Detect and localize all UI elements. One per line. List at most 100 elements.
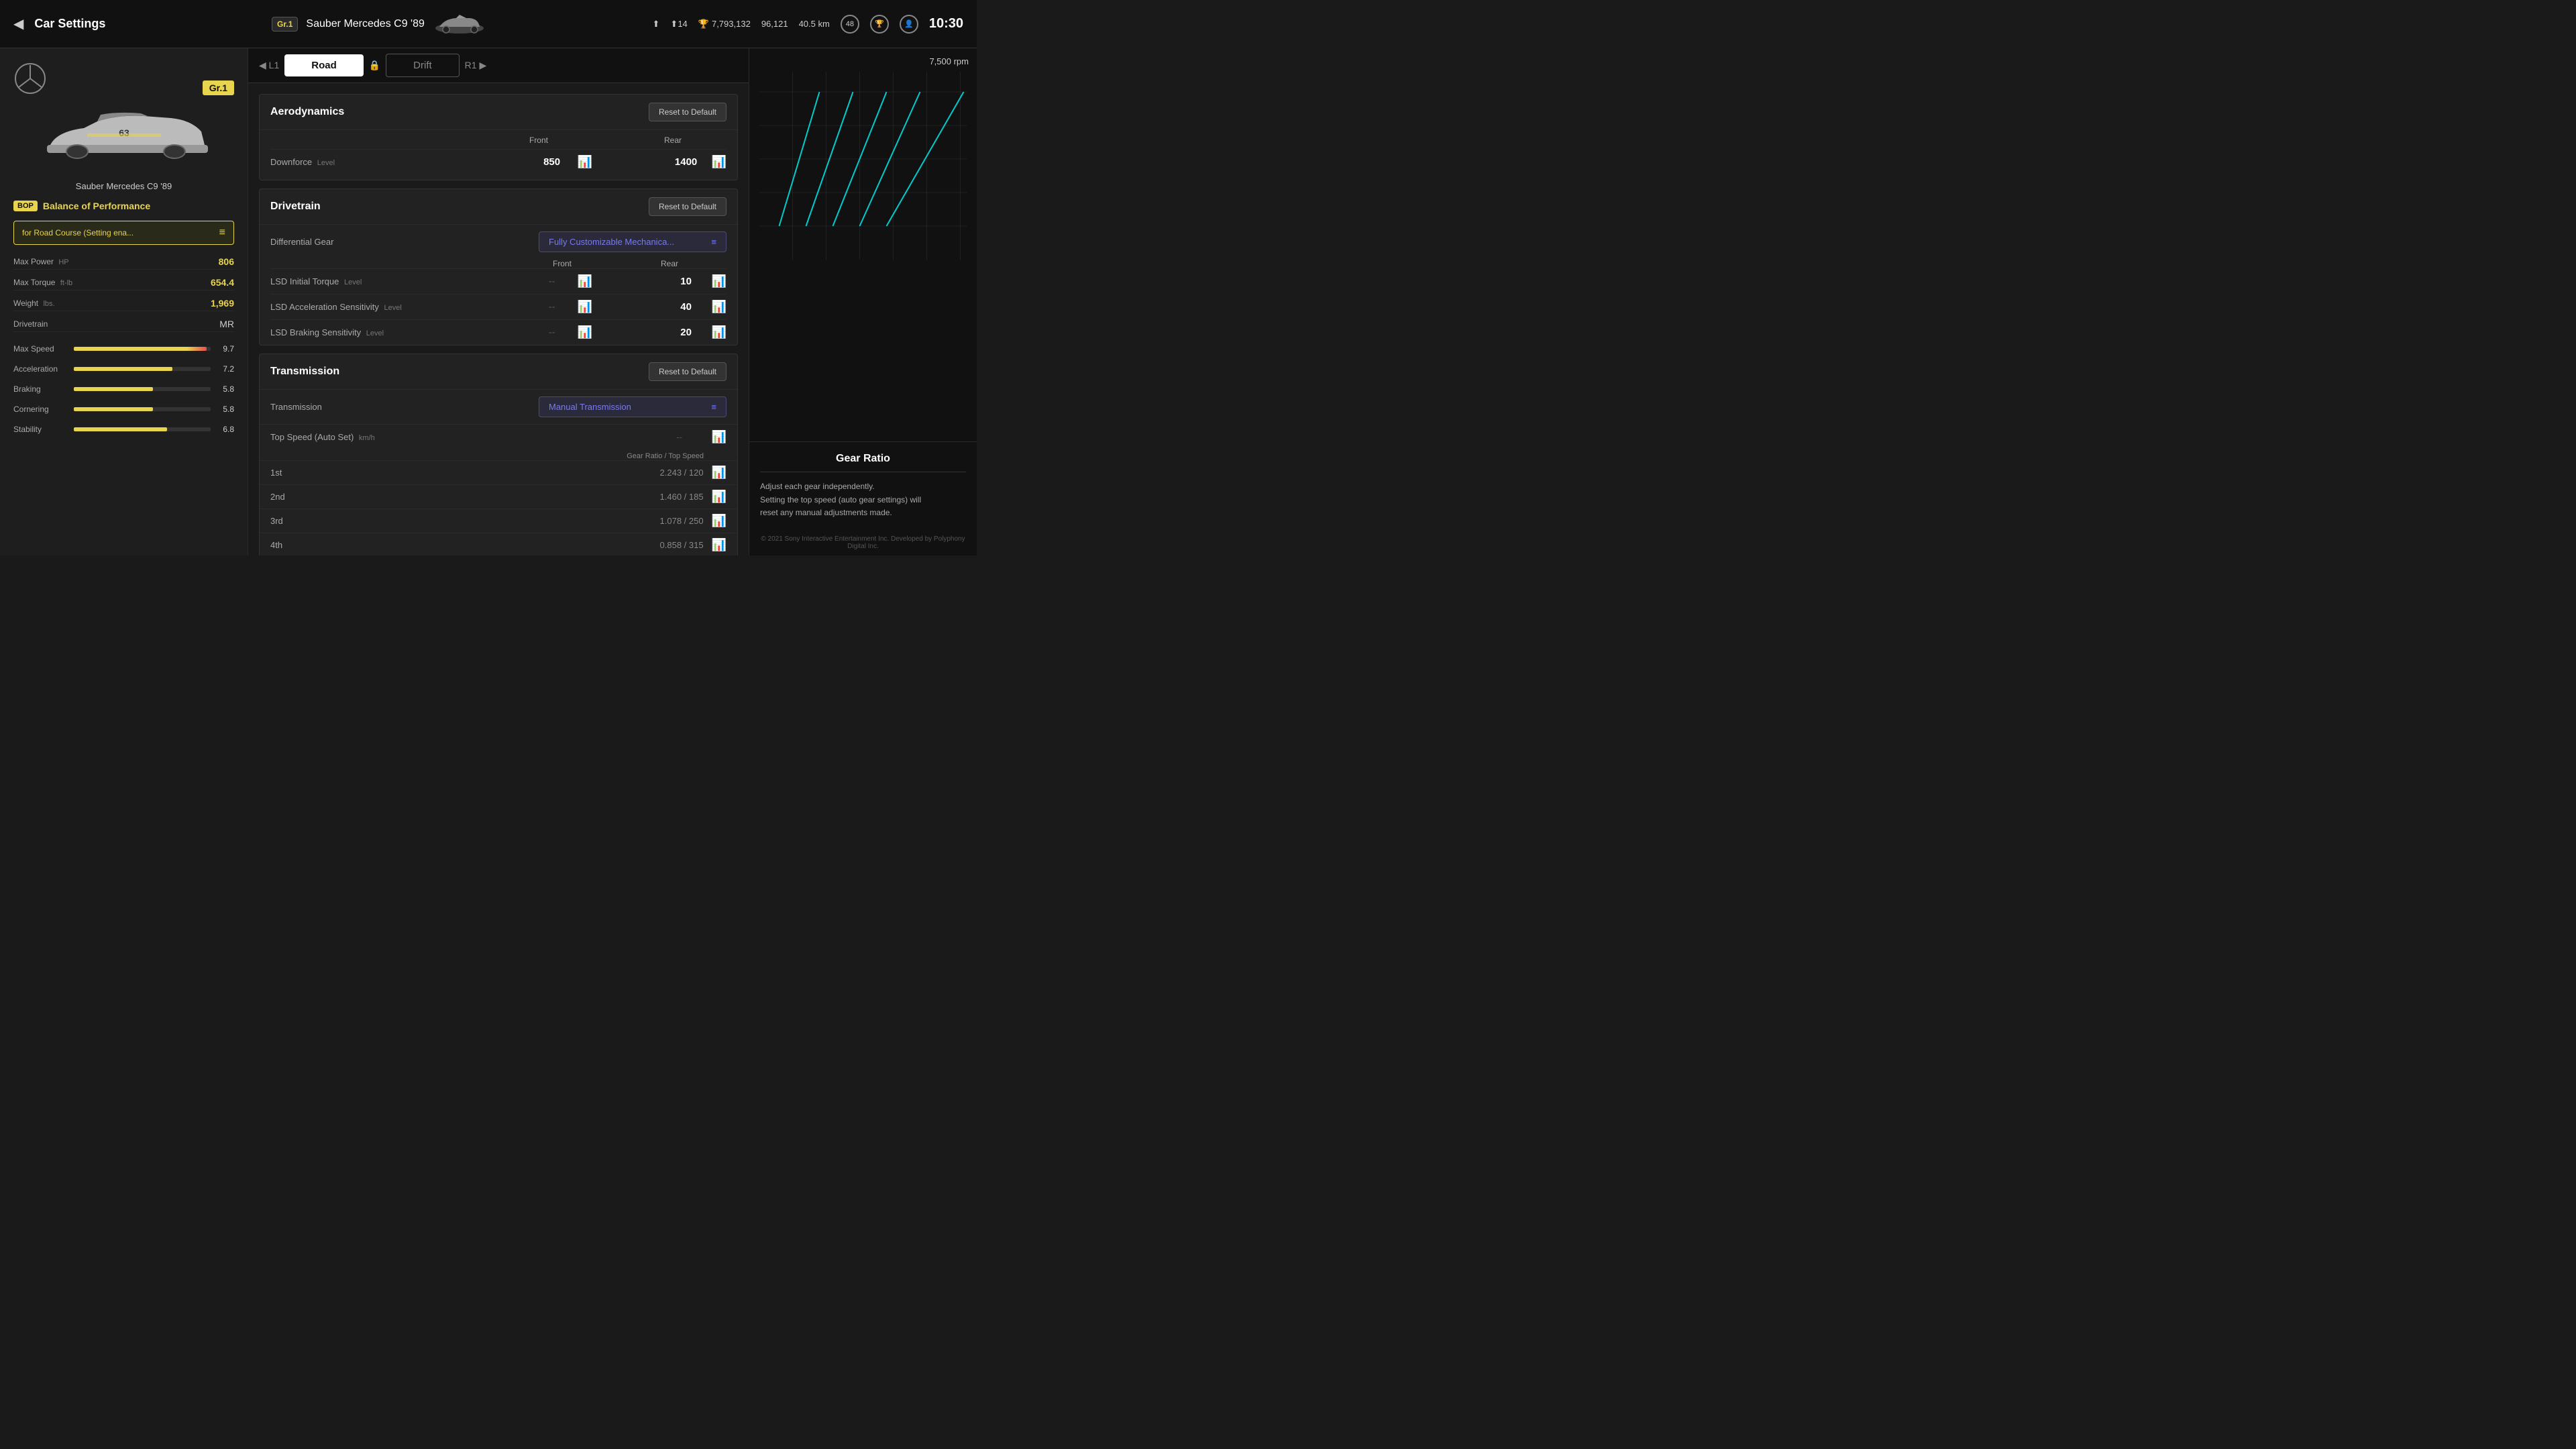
tabs-bar: ◀ L1 Road 🔒 Drift R1 ▶ <box>248 48 749 83</box>
rating-val-cornering: 5.8 <box>217 405 234 414</box>
stat-row-power: Max Power HP 806 <box>13 254 234 270</box>
lsd-init-rear-bar[interactable]: 📊 <box>712 274 727 288</box>
gear-bar-4th[interactable]: 📊 <box>712 538 727 552</box>
aero-reset-button[interactable]: Reset to Default <box>649 103 727 121</box>
gear-ratio-title: Gear Ratio <box>760 453 966 472</box>
gear-value-2nd: 1.460 / 185 <box>623 492 704 502</box>
lsd-brake-front-bar[interactable]: 📊 <box>578 325 592 339</box>
badge-48: 48 <box>841 15 859 34</box>
stats-section: Max Power HP 806 Max Torque ft-lb 654.4 … <box>13 254 234 332</box>
gear-bar-2nd[interactable]: 📊 <box>712 490 727 504</box>
trans-label: Transmission <box>270 402 539 412</box>
credits-icon: 🏆 <box>698 19 709 30</box>
bop-menu-icon: ≡ <box>219 227 225 239</box>
bop-section: BOP Balance of Performance <box>13 201 234 211</box>
rating-val-stability: 6.8 <box>217 425 234 434</box>
stat-value-drivetrain: MR <box>219 319 234 329</box>
gear-chart-area: 7,500 rpm <box>749 48 977 441</box>
profile-badge: 👤 <box>900 15 918 34</box>
bop-note-text: for Road Course (Setting ena... <box>22 228 133 237</box>
gear-row-1st: 1st 2.243 / 120 📊 <box>260 460 737 484</box>
aero-rear-header: Rear <box>646 136 700 145</box>
trans-type-selector[interactable]: Manual Transmission ≡ <box>539 396 727 417</box>
lsd-accel-front-bar[interactable]: 📊 <box>578 300 592 314</box>
tab-road[interactable]: Road <box>284 54 364 76</box>
top-speed-bar-icon[interactable]: 📊 <box>712 430 727 444</box>
rating-braking: Braking 5.8 <box>13 382 234 396</box>
credits-display: 🏆 7,793,132 <box>698 19 751 30</box>
lsd-init-front-val: -- <box>532 276 572 287</box>
sidebar-car-name: Sauber Mercedes C9 '89 <box>13 181 234 191</box>
downforce-rear-bar-icon[interactable]: 📊 <box>712 155 727 169</box>
distance-display: 40.5 km <box>799 19 830 29</box>
downforce-front-bar-icon[interactable]: 📊 <box>578 155 592 169</box>
trophy-badge: 🏆 <box>870 15 889 34</box>
tab-drift[interactable]: Drift <box>386 54 460 77</box>
sections-container: Aerodynamics Reset to Default Front Rear… <box>248 83 749 555</box>
rating-bar-braking <box>74 387 211 391</box>
lsd-brake-rear-bar[interactable]: 📊 <box>712 325 727 339</box>
trans-reset-button[interactable]: Reset to Default <box>649 362 727 381</box>
gear-ratio-desc-line2: Setting the top speed (auto gear setting… <box>760 494 966 506</box>
gear-bar-3rd[interactable]: 📊 <box>712 514 727 528</box>
lsd-rear-header: Rear <box>643 259 696 268</box>
bop-tag: BOP <box>13 201 38 211</box>
lsd-accel-front-val: -- <box>532 301 572 313</box>
signal-icon: ⬆ <box>653 19 660 30</box>
aero-section-header: Aerodynamics Reset to Default <box>260 95 737 130</box>
lock-icon: 🔒 <box>369 60 380 71</box>
diff-gear-label: Differential Gear <box>270 237 539 247</box>
tab-left-arrow[interactable]: ◀ L1 <box>259 60 279 71</box>
top-speed-value: -- <box>653 432 706 442</box>
lsd-col-headers: Front Rear <box>270 259 727 268</box>
diff-gear-menu-icon: ≡ <box>711 237 716 247</box>
drivetrain-section-header: Drivetrain Reset to Default <box>260 189 737 225</box>
gear-chart-svg <box>757 72 969 260</box>
gear-bar-1st[interactable]: 📊 <box>712 466 727 480</box>
gear-label-3rd: 3rd <box>270 516 623 526</box>
right-panel: 7,500 rpm <box>749 48 977 555</box>
lsd-brake-rear-val: 20 <box>666 327 706 338</box>
bop-note[interactable]: for Road Course (Setting ena... ≡ <box>13 221 234 245</box>
gear-ratio-header-text: Gear Ratio / Top Speed <box>627 452 704 460</box>
trans-section-header: Transmission Reset to Default <box>260 354 737 390</box>
aero-col-headers: Front Rear <box>270 136 727 145</box>
car-image-area: 63 <box>13 105 234 172</box>
trans-value: Manual Transmission <box>549 402 631 412</box>
rating-bar-stability <box>74 427 211 431</box>
car-name-header: Sauber Mercedes C9 '89 <box>306 18 424 30</box>
gear-ratio-desc-line1: Adjust each gear independently. <box>760 480 966 493</box>
lsd-front-header: Front <box>535 259 589 268</box>
trans-menu-icon: ≡ <box>711 402 716 412</box>
time-display: 10:30 <box>929 16 963 32</box>
gear-ratio-header: Gear Ratio / Top Speed <box>260 449 737 460</box>
diff-gear-selector[interactable]: Fully Customizable Mechanica... ≡ <box>539 231 727 252</box>
gear-value-3rd: 1.078 / 250 <box>623 516 704 526</box>
downforce-row: Downforce Level 850 📊 1400 📊 <box>270 149 727 174</box>
stat-row-torque: Max Torque ft-lb 654.4 <box>13 275 234 290</box>
bop-label: Balance of Performance <box>43 201 150 211</box>
lsd-accel-rear-bar[interactable]: 📊 <box>712 300 727 314</box>
drivetrain-reset-button[interactable]: Reset to Default <box>649 197 727 216</box>
gear-label-2nd: 2nd <box>270 492 623 502</box>
main-layout: Gr.1 63 Sauber Mercedes C9 '89 <box>0 48 977 555</box>
lsd-init-front-bar[interactable]: 📊 <box>578 274 592 288</box>
gear-label-1st: 1st <box>270 468 623 478</box>
drivetrain-section: Drivetrain Reset to Default Differential… <box>259 189 738 345</box>
tab-right-arrow[interactable]: R1 ▶ <box>465 60 487 71</box>
top-speed-row: Top Speed (Auto Set) km/h -- 📊 <box>260 424 737 449</box>
rating-val-acceleration: 7.2 <box>217 364 234 374</box>
gear-row-3rd: 3rd 1.078 / 250 📊 <box>260 508 737 533</box>
trans-title: Transmission <box>270 366 339 378</box>
sidebar-grade-badge: Gr.1 <box>203 80 234 95</box>
lsd-init-rear-val: 10 <box>666 276 706 287</box>
gear-ratio-desc: Adjust each gear independently. Setting … <box>760 480 966 519</box>
rating-bar-max-speed <box>74 347 211 351</box>
page-title: Car Settings <box>34 17 105 31</box>
downforce-front-val: 850 <box>532 156 572 168</box>
gear-row-4th: 4th 0.858 / 315 📊 <box>260 533 737 555</box>
lsd-initial-torque-row: LSD Initial Torque Level -- 📊 10 📊 <box>270 268 727 294</box>
aero-front-header: Front <box>512 136 566 145</box>
rating-cornering: Cornering 5.8 <box>13 402 234 417</box>
back-button[interactable]: ◀ <box>13 15 23 32</box>
